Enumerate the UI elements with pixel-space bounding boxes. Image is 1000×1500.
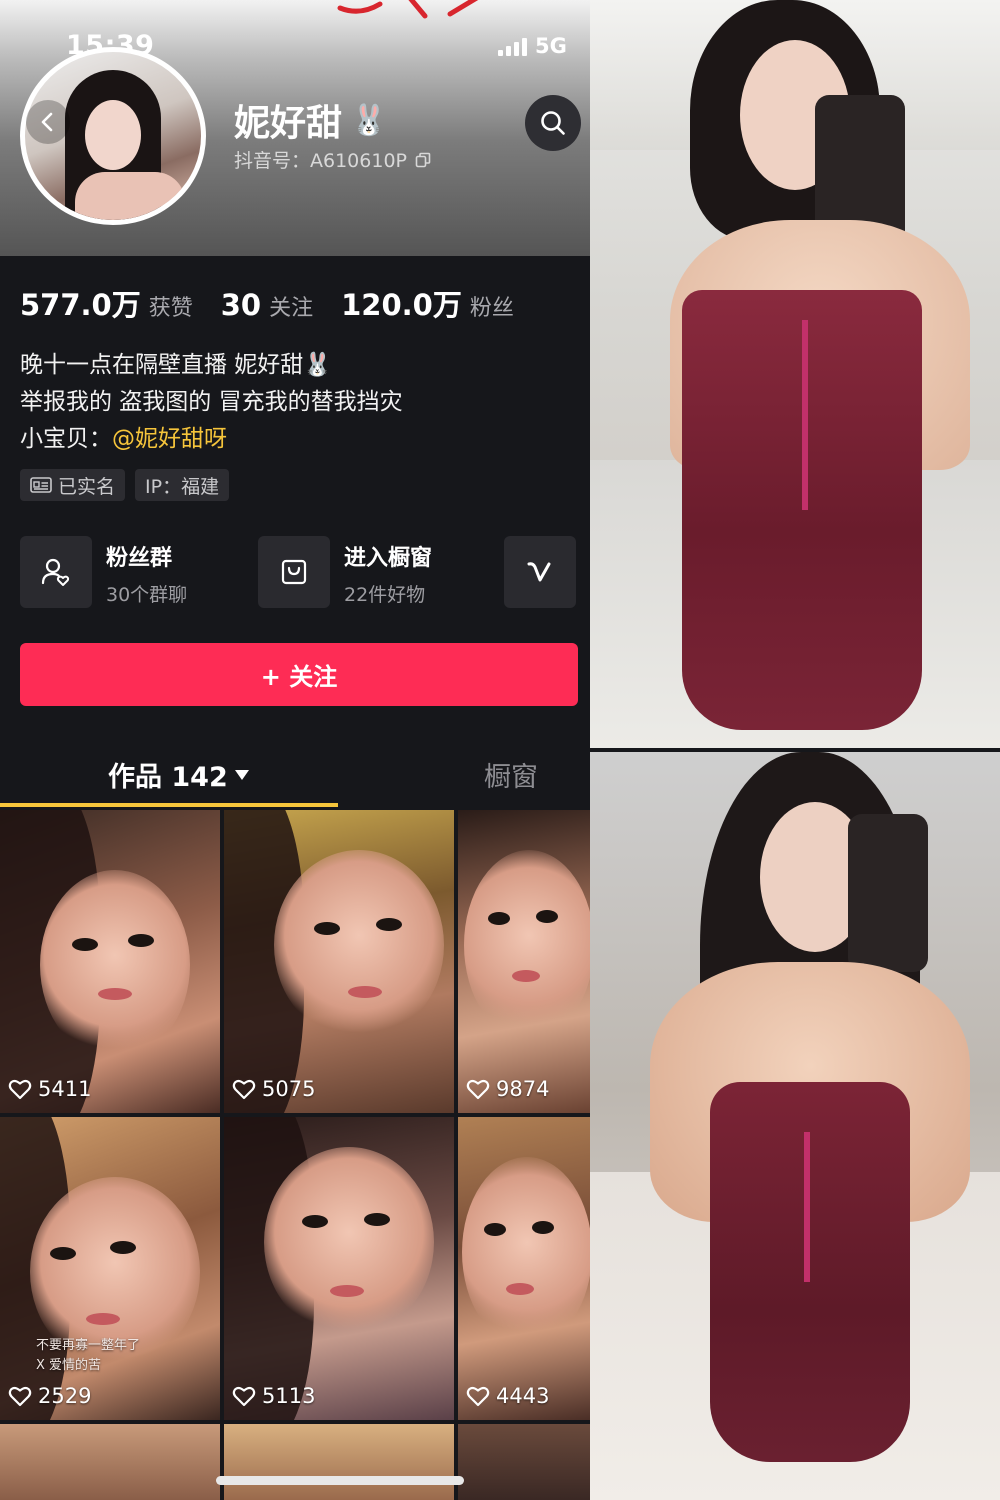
showcase-card-icon[interactable]	[258, 536, 330, 608]
back-button[interactable]	[26, 100, 70, 144]
tab-works-label: 作品 142	[108, 762, 228, 793]
video-likes: 9874	[466, 1077, 549, 1101]
shopping-bag-icon	[281, 559, 307, 585]
doodle-graphic	[337, 0, 479, 19]
ip-tag-label: IP：福建	[145, 475, 220, 498]
video-tile[interactable]: 9874	[458, 810, 590, 1113]
video-tile[interactable]	[224, 1424, 454, 1500]
stat-followers-label: 粉丝	[469, 296, 514, 321]
profile-name-text: 妮好甜	[234, 103, 343, 144]
user-heart-icon	[41, 558, 70, 586]
profile-header: 15:39 5G 妮好甜 🐰 抖音号：A610610P	[0, 0, 590, 256]
video-likes: 2529	[8, 1384, 91, 1408]
profile-stats: 577.0万 获赞 30 关注 120.0万 粉丝	[20, 282, 542, 324]
tab-works[interactable]: 作品 142	[108, 755, 250, 794]
profile-screen: 15:39 5G 妮好甜 🐰 抖音号：A610610P 577.0万 获赞 30…	[0, 0, 590, 1500]
fan-group-card-icon[interactable]	[20, 536, 92, 608]
heart-icon	[8, 1386, 32, 1407]
stat-likes-value: 577.0万	[20, 288, 141, 322]
video-likes: 5411	[8, 1077, 91, 1101]
feature-cards: 粉丝群 30个群聊 进入橱窗 22件好物	[20, 536, 590, 608]
heart-icon	[232, 1079, 256, 1100]
showcase-subtitle: 22件好物	[344, 584, 426, 606]
video-likes-count: 5411	[38, 1077, 92, 1101]
extra-card-icon[interactable]	[504, 536, 576, 608]
heart-icon	[466, 1386, 490, 1407]
profile-tags: 已实名 IP：福建	[20, 469, 230, 501]
search-button[interactable]	[525, 95, 581, 151]
copy-icon[interactable]	[415, 152, 431, 168]
stat-likes: 577.0万 获赞	[20, 282, 193, 324]
bio-line-3: 小宝贝：@妮好甜呀	[20, 421, 403, 458]
showcase-title[interactable]: 进入橱窗	[344, 540, 432, 572]
video-caption-line-2: X 爱情的苦	[36, 1358, 102, 1373]
video-caption: 不要再寡一整年了 X 爱情的苦	[36, 1336, 140, 1376]
video-likes-count: 5075	[262, 1077, 316, 1101]
tab-showcase[interactable]: 橱窗	[484, 755, 538, 794]
chevron-left-icon	[41, 112, 53, 132]
stat-followers[interactable]: 120.0万 粉丝	[341, 282, 514, 324]
bio-line-1: 晚十一点在隔壁直播 妮好甜🐰	[20, 352, 332, 378]
video-likes-count: 5113	[262, 1384, 316, 1408]
account-id-text: 抖音号：A610610P	[234, 150, 407, 172]
status-indicators: 5G	[498, 34, 567, 58]
photo-bottom	[590, 752, 1000, 1500]
video-tile[interactable]: 5113	[224, 1117, 454, 1420]
stat-following-label: 关注	[269, 296, 314, 321]
video-tile[interactable]	[0, 1424, 220, 1500]
tab-active-indicator	[0, 803, 338, 807]
search-icon	[541, 111, 565, 135]
fan-group-subtitle: 30个群聊	[106, 584, 188, 606]
video-likes-count: 9874	[496, 1077, 550, 1101]
profile-bio: 晚十一点在隔壁直播 妮好甜🐰 举报我的 盗我图的 冒充我的替我挡灾 小宝贝：@妮…	[20, 347, 403, 458]
video-tile[interactable]: 不要再寡一整年了 X 爱情的苦 2529	[0, 1117, 220, 1420]
caret-down-icon	[234, 769, 249, 780]
stat-likes-label: 获赞	[148, 296, 193, 321]
video-tile[interactable]: 5411	[0, 810, 220, 1113]
bio-line-2: 举报我的 盗我图的 冒充我的替我挡灾	[20, 389, 403, 415]
home-indicator[interactable]	[216, 1476, 464, 1485]
video-likes: 5075	[232, 1077, 315, 1101]
video-tile[interactable]	[458, 1424, 590, 1500]
network-label: 5G	[535, 34, 567, 58]
video-caption-line-1: 不要再寡一整年了	[36, 1338, 141, 1353]
verified-tag-label: 已实名	[58, 475, 116, 498]
photo-top	[590, 0, 1000, 748]
heart-icon	[232, 1386, 256, 1407]
video-tile[interactable]: 4443	[458, 1117, 590, 1420]
bio-mention-link[interactable]: @妮好甜呀	[112, 426, 227, 452]
id-card-icon	[30, 477, 52, 493]
heart-icon	[8, 1079, 32, 1100]
v-icon	[527, 562, 551, 582]
video-likes-count: 4443	[496, 1384, 550, 1408]
video-likes: 5113	[232, 1384, 315, 1408]
bunny-emoji: 🐰	[350, 102, 388, 138]
stat-following-value: 30	[220, 288, 262, 322]
heart-icon	[466, 1079, 490, 1100]
stat-following[interactable]: 30 关注	[221, 288, 313, 322]
account-id[interactable]: 抖音号：A610610P	[234, 146, 431, 173]
ip-tag: IP：福建	[135, 469, 230, 501]
video-likes: 4443	[466, 1384, 549, 1408]
video-tile[interactable]: 5075	[224, 810, 454, 1113]
fan-group-title[interactable]: 粉丝群	[106, 540, 172, 572]
follow-button[interactable]: + 关注	[20, 643, 578, 706]
content-tabs: 作品 142 橱窗	[0, 745, 590, 807]
bio-line-3-prefix: 小宝贝：	[20, 426, 112, 452]
profile-name: 妮好甜 🐰	[234, 94, 387, 146]
video-likes-count: 2529	[38, 1384, 92, 1408]
signal-icon	[498, 36, 527, 56]
verified-tag: 已实名	[20, 469, 126, 501]
stat-followers-value: 120.0万	[341, 288, 462, 322]
